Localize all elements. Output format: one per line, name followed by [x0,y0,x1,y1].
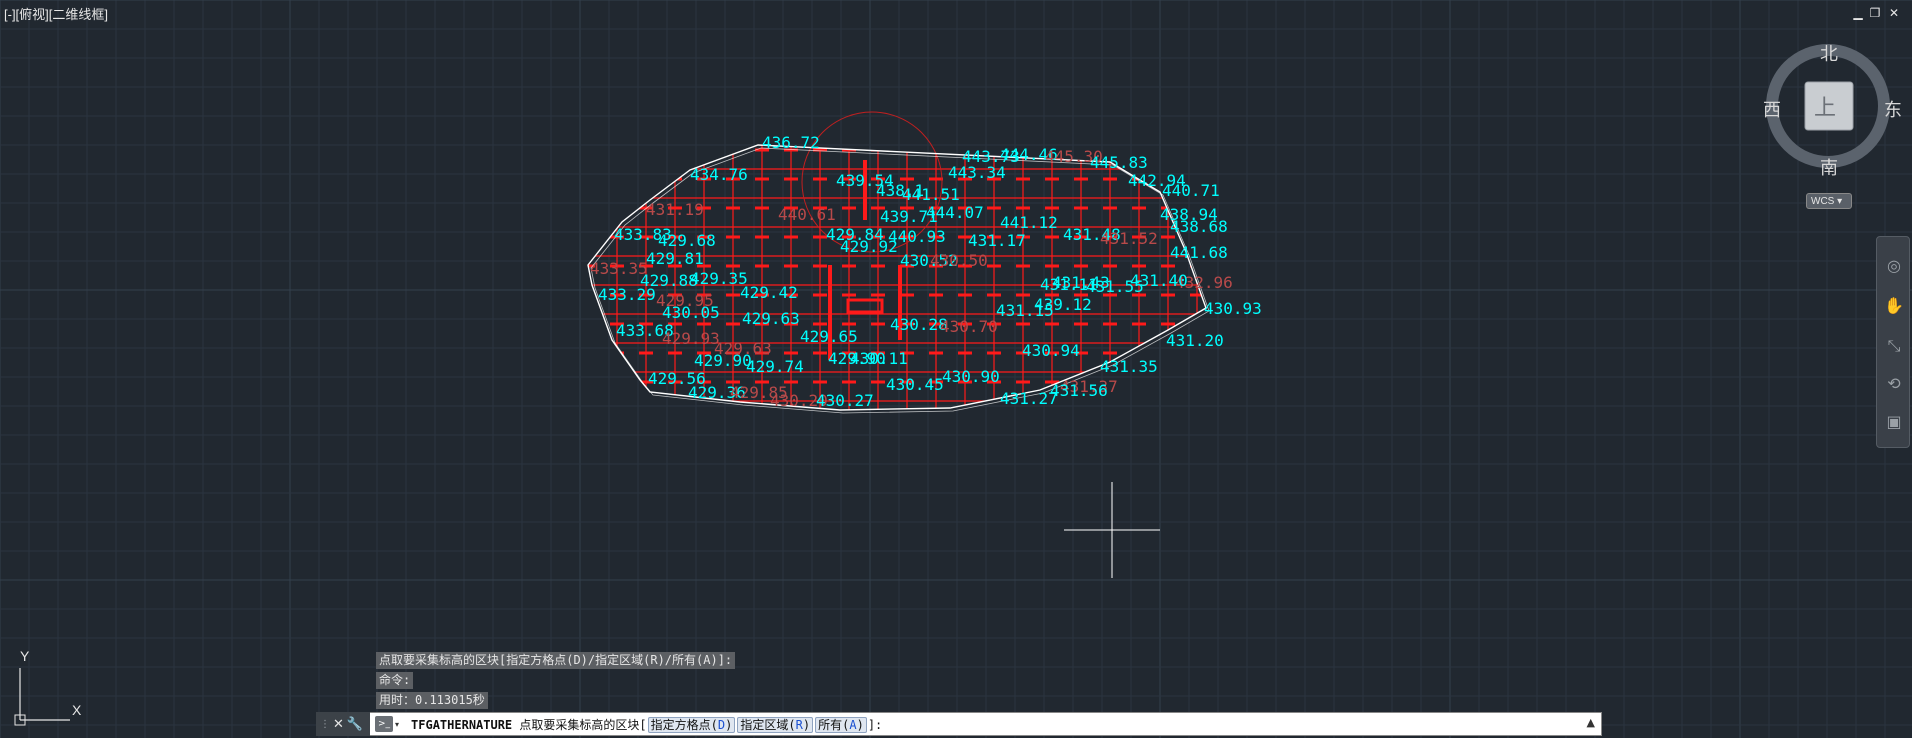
grip-icon[interactable]: ⋮ [320,719,330,730]
elevation-label: 431.20 [1166,331,1224,350]
pan-icon[interactable]: ✋ [1883,295,1905,317]
viewport-label[interactable]: [-][俯视][二维线框] [4,4,108,23]
drawing-viewport[interactable]: 436.72 443.73 444.46 445.30 445.83 442.94 440.… [0,0,1912,738]
elevation-label: 430.27 [816,391,874,410]
command-input[interactable]: TFGATHERNATURE 点取要采集标高的区块[指定方格点(D) 指定区域(R… [411,716,882,733]
elevation-label: 436.72 [762,133,820,152]
option-grid-point-key: D [717,717,726,732]
command-suffix: ]: [867,717,883,732]
option-all[interactable]: 所有(A) [815,716,867,733]
elevation-label: 429.68 [658,231,716,250]
option-all-key: A [849,717,857,732]
elevation-label: 430.93 [1204,299,1262,318]
option-grid-point[interactable]: 指定方格点(D) [647,716,736,733]
option-region-label: 指定区域 [740,717,789,732]
command-history-line-3: 用时：0.113015秒 [376,692,488,709]
compass-north[interactable]: 北 [1820,40,1838,66]
chevron-down-icon[interactable]: ▾ [395,720,399,729]
showmotion-icon[interactable]: ▣ [1883,411,1905,433]
close-command-line-icon[interactable]: ✕ [333,717,344,732]
ucs-x-label: X [72,702,82,718]
close-icon[interactable]: ✕ [1886,6,1902,20]
elevation-label: 430.70 [940,317,998,336]
elevation-label: 429.92 [840,237,898,256]
compass-east[interactable]: 东 [1884,96,1902,122]
wcs-label: WCS [1811,196,1835,207]
elevation-label: 440.71 [1162,181,1220,200]
elevation-label: 440.61 [778,205,836,224]
elevation-label: 429.65 [800,327,858,346]
elevation-label: 429.63 [742,309,800,328]
elevation-label: 434.76 [690,165,748,184]
compass-west[interactable]: 西 [1763,96,1781,122]
command-history-line-2: 命令: [376,672,414,689]
chevron-down-icon: ▾ [1837,196,1843,207]
restore-icon[interactable]: ❐ [1867,6,1883,20]
option-region[interactable]: 指定区域(R) [737,716,814,733]
elevation-label: 431.15 [996,301,1054,320]
elevation-label: 430.90 [942,367,1000,386]
option-all-label: 所有 [818,717,843,732]
minimize-icon[interactable]: ▁ [1850,6,1866,20]
elevation-label: 429.90 [828,349,886,368]
elevation-label: 443.34 [948,163,1006,182]
elevation-label: 430.05 [662,303,720,322]
ucs-y-label: Y [20,648,30,664]
steering-wheel-icon[interactable]: ◎ [1883,255,1905,277]
option-region-key: R [795,717,803,732]
elevation-label: 429.35 [690,269,748,288]
drawing-canvas[interactable]: 436.72443.73444.46445.30445.83442.94440.… [0,0,1912,738]
command-name: TFGATHERNATURE [411,717,513,732]
elevation-label: 441.12 [1000,213,1058,232]
command-line-controls: ⋮ ✕ 🔧 [316,712,370,736]
viewcube-face-label: 上 [1814,96,1837,121]
elevation-label: 431.56 [1050,381,1108,400]
wcs-menu-button[interactable]: WCS ▾ [1806,193,1852,209]
elevation-label: 431.40 [1130,271,1188,290]
elevation-label: 429.74 [746,357,804,376]
command-prompt-icon[interactable]: >_ [375,716,393,732]
building-outline [846,298,884,314]
elevation-label: 431.52 [1100,229,1158,248]
command-history-toggle-icon[interactable]: ▲ [1587,716,1595,729]
elevation-label: 430.45 [886,375,944,394]
elevation-label: 431.19 [646,200,704,219]
command-prompt: 点取要采集标高的区块 [519,717,640,732]
orbit-icon[interactable]: ⟲ [1883,373,1905,395]
zoom-extents-icon[interactable]: ⤡ [1883,335,1905,357]
elevation-label: 431.11 [1040,275,1098,294]
elevation-label: 430.50 [930,251,988,270]
option-grid-point-label: 指定方格点 [650,717,711,732]
elevation-label: 429.42 [740,283,798,302]
elevation-label: 438.68 [1170,217,1228,236]
elevation-label: 444.07 [926,203,984,222]
elevation-label: 438.1 [876,181,924,200]
elevation-label: 429.81 [646,249,704,268]
command-history-line-1: 点取要采集标高的区块[指定方格点(D)/指定区域(R)/所有(A)]: [376,652,736,669]
elevation-label: 429.93 [662,329,720,348]
viewcube[interactable]: 上 北 南 东 西 [1760,40,1910,180]
compass-south[interactable]: 南 [1820,154,1838,180]
navigation-bar[interactable]: ◎ ✋ ⤡ ⟲ ▣ [1876,236,1910,448]
wrench-icon[interactable]: 🔧 [347,717,363,732]
elevation-label: 441.68 [1170,243,1228,262]
elevation-label: 431.17 [968,231,1026,250]
elevation-label: 430.94 [1022,341,1080,360]
elevation-label: 429.90 [694,351,752,370]
elevation-label: 445.83 [1090,153,1148,172]
command-line[interactable]: >_ ▾ TFGATHERNATURE 点取要采集标高的区块[指定方格点(D) 指… [316,712,1602,736]
elevation-label: 431.35 [1100,357,1158,376]
